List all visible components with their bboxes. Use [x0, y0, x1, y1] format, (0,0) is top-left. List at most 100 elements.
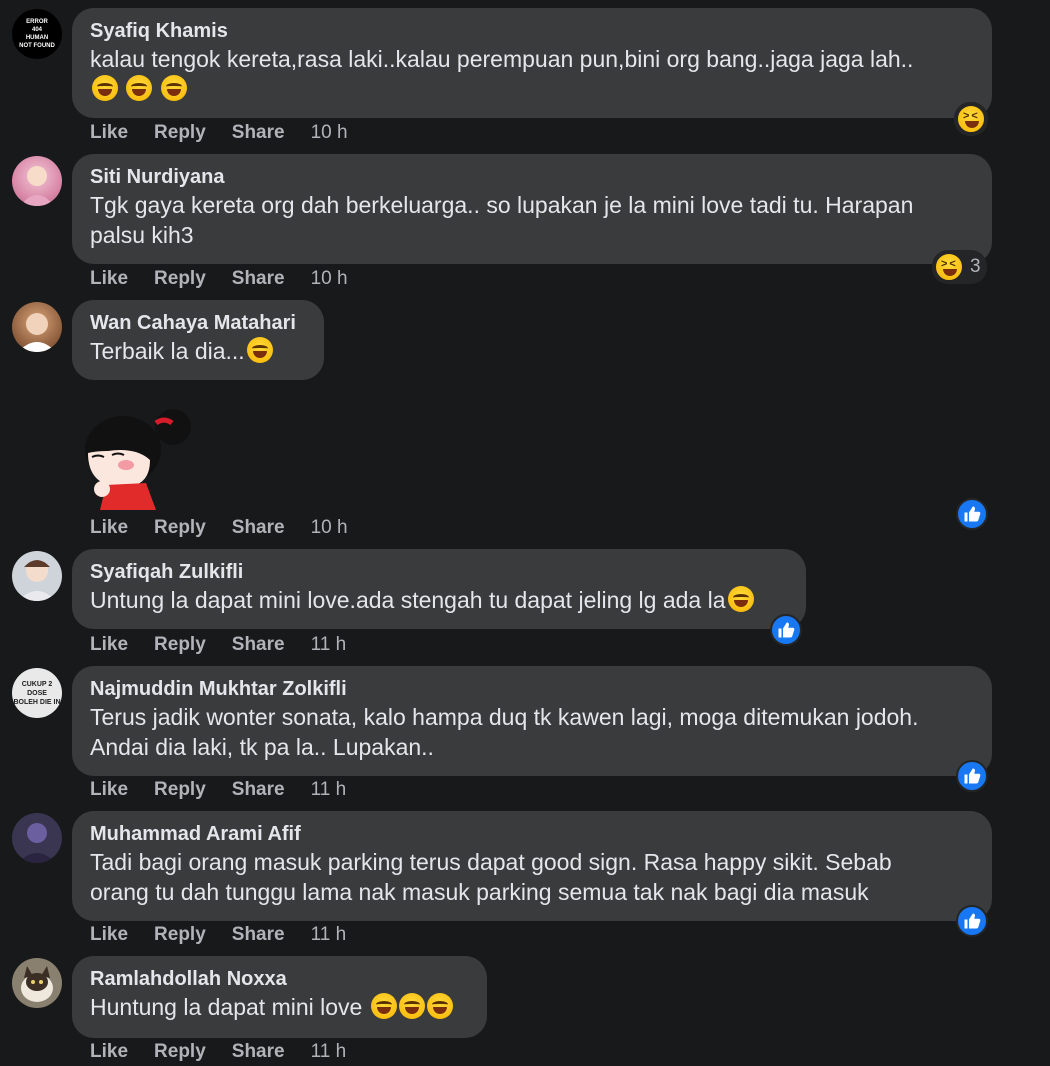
emoji-row — [90, 74, 974, 104]
rofl-emoji-icon — [370, 993, 397, 1019]
timestamp[interactable]: 10 h — [311, 268, 348, 290]
reply-button[interactable]: Reply — [154, 924, 206, 946]
reply-button[interactable]: Reply — [154, 1041, 206, 1063]
timestamp[interactable]: 10 h — [311, 122, 348, 144]
reply-button[interactable]: Reply — [154, 122, 206, 144]
person-avatar-icon — [18, 823, 56, 863]
like-reaction-badge[interactable] — [770, 614, 802, 646]
avatar[interactable] — [12, 813, 62, 863]
comment-text: Tadi bagi orang masuk parking terus dapa… — [90, 849, 892, 905]
like-reaction-badge[interactable] — [956, 498, 988, 530]
comment-text-body: kalau tengok kereta,rasa laki..kalau per… — [90, 46, 914, 72]
rofl-emoji-icon — [126, 75, 153, 101]
comment-text: kalau tengok kereta,rasa laki..kalau per… — [90, 44, 974, 74]
comment-author[interactable]: Ramlahdollah Noxxa — [90, 966, 469, 992]
reaction-badge[interactable]: 3 — [932, 250, 987, 284]
timestamp[interactable]: 11 h — [311, 779, 347, 801]
rofl-emoji-icon — [426, 993, 453, 1019]
share-button[interactable]: Share — [232, 268, 285, 290]
comment-actions: Like Reply Share 10 h — [90, 268, 374, 290]
avatar-caption: 404 — [31, 27, 42, 33]
share-button[interactable]: Share — [232, 122, 285, 144]
avatar[interactable] — [12, 156, 62, 206]
avatar[interactable]: ERROR 404 HUMAN NOT FOUND — [12, 9, 62, 59]
comment-text-body: Untung la dapat mini love.ada stengah tu… — [90, 587, 726, 613]
thumbs-up-icon — [964, 768, 981, 784]
comment-actions: Like Reply Share 10 h — [90, 517, 374, 539]
like-button[interactable]: Like — [90, 122, 128, 144]
comment-actions: Like Reply Share 10 h — [90, 122, 374, 144]
avatar-caption: BOLEH DIE IN — [13, 698, 61, 706]
like-button[interactable]: Like — [90, 1041, 128, 1063]
reply-button[interactable]: Reply — [154, 517, 206, 539]
timestamp[interactable]: 11 h — [311, 634, 347, 656]
comment-author[interactable]: Muhammad Arami Afif — [90, 821, 974, 847]
comment-text: Untung la dapat mini love.ada stengah tu… — [90, 585, 788, 615]
thumbs-up-icon — [964, 913, 981, 929]
haha-icon — [956, 104, 986, 134]
comment-text: Terus jadik wonter sonata, kalo hampa du… — [90, 704, 919, 760]
person-avatar-icon — [18, 313, 56, 352]
timestamp[interactable]: 10 h — [311, 517, 348, 539]
timestamp[interactable]: 11 h — [311, 1041, 347, 1063]
share-button[interactable]: Share — [232, 924, 285, 946]
like-button[interactable]: Like — [90, 779, 128, 801]
reaction-badge[interactable] — [954, 102, 988, 136]
cat-avatar-icon — [21, 966, 53, 1002]
comment-bubble[interactable]: Syafiqah Zulkifli Untung la dapat mini l… — [72, 549, 806, 629]
rofl-emoji-icon — [160, 75, 187, 101]
avatar[interactable] — [12, 551, 62, 601]
avatar[interactable] — [12, 958, 62, 1008]
reaction-count: 3 — [970, 256, 981, 277]
comment-bubble[interactable]: Wan Cahaya Matahari Terbaik la dia... — [72, 300, 324, 380]
comment-bubble[interactable]: Muhammad Arami Afif Tadi bagi orang masu… — [72, 811, 992, 921]
comment-actions: Like Reply Share 11 h — [90, 779, 372, 801]
reply-button[interactable]: Reply — [154, 634, 206, 656]
comment-text: Tgk gaya kereta org dah berkeluarga.. so… — [90, 192, 914, 248]
comment-bubble[interactable]: Siti Nurdiyana Tgk gaya kereta org dah b… — [72, 154, 992, 264]
comment-actions: Like Reply Share 11 h — [90, 1041, 372, 1063]
rofl-emoji-icon — [727, 586, 754, 612]
comment-actions: Like Reply Share 11 h — [90, 924, 372, 946]
person-avatar-icon — [20, 166, 54, 206]
share-button[interactable]: Share — [232, 779, 285, 801]
avatar-caption: CUKUP 2 DOSE — [21, 680, 53, 697]
pucca-sticker[interactable] — [78, 405, 198, 510]
thumbs-up-icon — [964, 506, 981, 522]
comment-author[interactable]: Syafiq Khamis — [90, 18, 974, 44]
comment-author[interactable]: Siti Nurdiyana — [90, 164, 974, 190]
like-button[interactable]: Like — [90, 268, 128, 290]
comment-actions: Like Reply Share 11 h — [90, 634, 372, 656]
like-button[interactable]: Like — [90, 517, 128, 539]
like-button[interactable]: Like — [90, 634, 128, 656]
person-avatar-icon — [18, 560, 56, 601]
avatar[interactable] — [12, 302, 62, 352]
thumbs-up-icon — [778, 622, 795, 638]
share-button[interactable]: Share — [232, 517, 285, 539]
comment-bubble[interactable]: Najmuddin Mukhtar Zolkifli Terus jadik w… — [72, 666, 992, 776]
comment-text: Huntung la dapat mini love — [90, 992, 469, 1022]
like-reaction-badge[interactable] — [956, 760, 988, 792]
haha-icon — [934, 252, 964, 282]
reply-button[interactable]: Reply — [154, 779, 206, 801]
avatar-caption: HUMAN — [25, 35, 49, 41]
avatar-caption: NOT FOUND — [19, 43, 55, 49]
rofl-emoji-icon — [92, 75, 118, 101]
avatar-caption: ERROR — [26, 19, 48, 25]
grin-emoji-icon — [246, 337, 273, 363]
comment-bubble[interactable]: Syafiq Khamis kalau tengok kereta,rasa l… — [72, 8, 992, 118]
comment-author[interactable]: Syafiqah Zulkifli — [90, 559, 788, 585]
reply-button[interactable]: Reply — [154, 268, 206, 290]
comment-author[interactable]: Wan Cahaya Matahari — [90, 310, 306, 336]
share-button[interactable]: Share — [232, 634, 285, 656]
comment-text-body: Terbaik la dia... — [90, 338, 245, 364]
like-reaction-badge[interactable] — [956, 905, 988, 937]
avatar[interactable]: CUKUP 2 DOSE BOLEH DIE IN — [12, 668, 62, 718]
like-button[interactable]: Like — [90, 924, 128, 946]
share-button[interactable]: Share — [232, 1041, 285, 1063]
comment-text: Terbaik la dia... — [90, 336, 306, 366]
timestamp[interactable]: 11 h — [311, 924, 347, 946]
comment-author[interactable]: Najmuddin Mukhtar Zolkifli — [90, 676, 974, 702]
comment-text-body: Huntung la dapat mini love — [90, 994, 363, 1020]
comment-bubble[interactable]: Ramlahdollah Noxxa Huntung la dapat mini… — [72, 956, 487, 1038]
